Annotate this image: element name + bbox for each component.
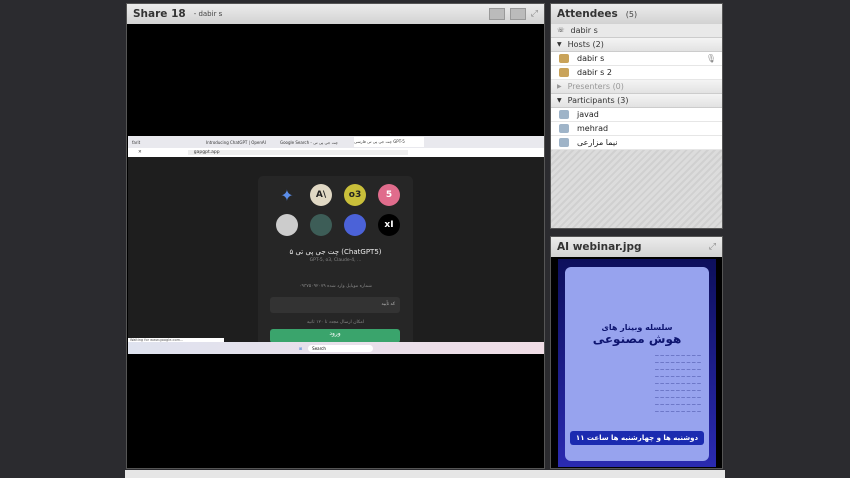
participant-icon bbox=[559, 110, 569, 119]
layout-button-2[interactable] bbox=[509, 8, 526, 20]
attendees-count: (5) bbox=[625, 9, 638, 19]
browser-tab-active: چت جی پی تی فارسی GPT-5 bbox=[354, 137, 424, 147]
group-hosts[interactable]: ▼ Hosts (2) bbox=[551, 38, 722, 52]
taskbar-search: Search bbox=[308, 344, 374, 352]
o3-icon: o3 bbox=[344, 184, 366, 206]
share-pod-header: Share 18 - dabir s ⤢ bbox=[127, 4, 544, 24]
group-participants[interactable]: ▼ Participants (3) bbox=[551, 94, 722, 108]
browser-tab: Introducing ChatGPT | OpenAI bbox=[206, 139, 266, 145]
card-subtitle: GPT-5, o3, Claude-4, ... bbox=[309, 258, 362, 263]
resend-note: امکان ارسال مجدد تا ۱۲۰ ثانیه bbox=[306, 320, 365, 325]
fullscreen-icon[interactable]: ⤢ bbox=[531, 9, 538, 19]
attendee-name: dabir s bbox=[577, 54, 605, 63]
grok-icon: xI bbox=[378, 214, 400, 236]
url-bar: gapgpt.app bbox=[187, 150, 408, 155]
browser-tab: farit bbox=[132, 139, 141, 145]
model-icon bbox=[276, 214, 298, 236]
bottom-bar bbox=[125, 470, 725, 478]
current-user: dabir s bbox=[570, 26, 598, 35]
group-presenters[interactable]: ▶ Presenters (0) bbox=[551, 80, 722, 94]
attendee-row[interactable]: mehrad bbox=[551, 122, 722, 136]
chevron-down-icon: ▼ bbox=[557, 41, 562, 48]
attendee-row[interactable]: dabir s 🎙 bbox=[551, 52, 722, 66]
group-label: Participants (3) bbox=[567, 96, 629, 105]
host-icon bbox=[559, 68, 569, 77]
microphone-icon: 🎙 bbox=[705, 54, 716, 63]
attendee-name: javad bbox=[577, 110, 599, 119]
share-title: Share 18 bbox=[133, 8, 186, 20]
poster-title-2: هوش مصنوعی bbox=[592, 332, 682, 346]
code-input: کد تأیید bbox=[270, 297, 400, 313]
reload-icon: ✕ bbox=[138, 150, 142, 155]
participant-icon bbox=[559, 138, 569, 147]
attendee-row[interactable]: javad bbox=[551, 108, 722, 122]
file-title: AI webinar.jpg bbox=[557, 241, 642, 253]
card-title: چت جی پی تی ۵ (ChatGPT5) bbox=[289, 248, 382, 256]
attendees-title: Attendees bbox=[557, 8, 618, 20]
taskbar: ⊞ Search bbox=[128, 342, 544, 354]
attendee-row[interactable]: dabir s 2 bbox=[551, 66, 722, 80]
phone-icon: ☏ bbox=[557, 27, 565, 34]
host-icon bbox=[559, 54, 569, 63]
chevron-right-icon: ▶ bbox=[557, 83, 562, 90]
gemini-icon: ✦ bbox=[280, 185, 294, 205]
attendees-pod: Attendees (5) ☏ dabir s ▼ Hosts (2) dabir … bbox=[550, 3, 723, 229]
group-label: Hosts (2) bbox=[567, 40, 604, 49]
participant-icon bbox=[559, 124, 569, 133]
browser-tab: Google Search - چت جی پی تی bbox=[280, 139, 339, 145]
windows-icon: ⊞ bbox=[298, 345, 303, 351]
chevron-down-icon: ▼ bbox=[557, 97, 562, 104]
attendee-name: نیما مزارعی bbox=[577, 138, 618, 147]
file-share-pod: AI webinar.jpg ⤢ سلسله وبینار های هوش مص… bbox=[550, 236, 723, 469]
shared-browser: farit Introducing ChatGPT | OpenAI Googl… bbox=[128, 136, 544, 354]
presenter-name: - dabir s bbox=[193, 10, 223, 18]
file-pod-header: AI webinar.jpg ⤢ bbox=[551, 237, 722, 257]
attendees-header: Attendees (5) bbox=[551, 4, 722, 24]
deepseek-icon bbox=[344, 214, 366, 236]
poster-title-1: سلسله وبینار های bbox=[601, 323, 673, 332]
layout-button-1[interactable] bbox=[488, 8, 505, 20]
gpt5-icon: 5 bbox=[378, 184, 400, 206]
phone-note: شماره موبایل وارد شده ۰۹۳۷۵۰۹۲۰۷۹ bbox=[299, 284, 372, 289]
login-card: ✦ A\ o3 5 xI چت جی پی تی ۵ (ChatGPT5) GP… bbox=[258, 176, 413, 354]
share-pod: Share 18 - dabir s ⤢ farit Introducing C… bbox=[126, 3, 545, 469]
webinar-poster: سلسله وبینار های هوش مصنوعی — — — — — — … bbox=[558, 259, 716, 467]
submit-button: ورود bbox=[270, 329, 400, 343]
poster-footer: دوشنبه ها و چهارشنبه ها ساعت ۱۱ bbox=[570, 431, 704, 445]
attendee-name: mehrad bbox=[577, 124, 609, 133]
attendee-name: dabir s 2 bbox=[577, 68, 612, 77]
attendee-row[interactable]: نیما مزارعی bbox=[551, 136, 722, 150]
model-icon bbox=[310, 214, 332, 236]
anthropic-icon: A\ bbox=[310, 184, 332, 206]
group-label: Presenters (0) bbox=[567, 82, 624, 91]
fullscreen-icon[interactable]: ⤢ bbox=[709, 242, 716, 252]
